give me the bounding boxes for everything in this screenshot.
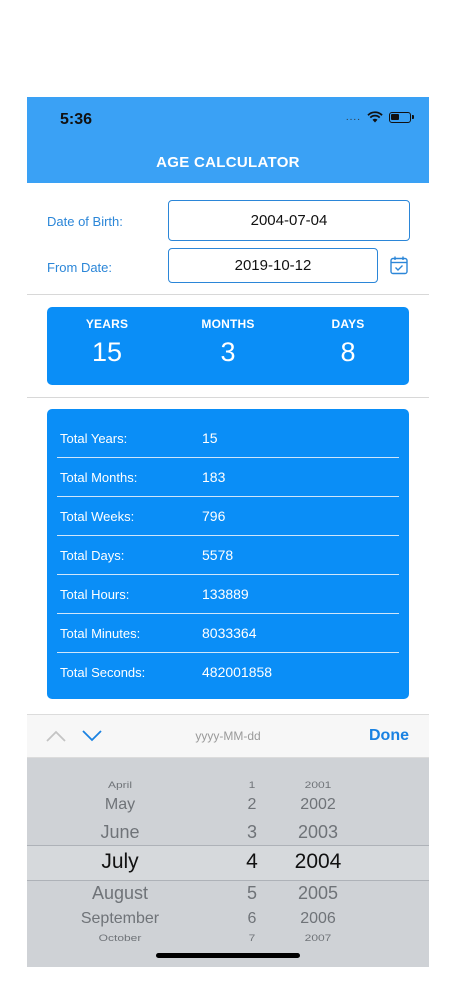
table-row: Total Days: 5578 — [57, 536, 399, 575]
table-row: Total Seconds: 482001858 — [57, 653, 399, 692]
total-value: 482001858 — [202, 664, 273, 680]
dob-field[interactable]: 2004-07-04 — [168, 200, 410, 241]
app-screen: 5:36 .... AGE CALCULATOR Date of Birth: … — [27, 97, 429, 967]
picker-year-item[interactable]: 2003 — [258, 822, 378, 843]
from-date-value: 2019-10-12 — [234, 257, 312, 274]
totals-card: Total Years: 15 Total Months: 183 Total … — [47, 409, 409, 699]
page-title: AGE CALCULATOR — [156, 153, 300, 171]
table-row: Total Hours: 133889 — [57, 575, 399, 614]
picker-month-item[interactable]: September — [60, 910, 180, 928]
total-value: 8033364 — [202, 625, 257, 641]
picker-month-item[interactable]: May — [60, 796, 180, 814]
total-label: Total Months: — [60, 470, 138, 485]
picker-month-item[interactable]: June — [60, 822, 180, 843]
status-icons: .... — [345, 111, 414, 123]
status-bar: 5:36 .... — [27, 97, 429, 141]
days-value: 8 — [340, 337, 356, 367]
picker-year-item[interactable]: 2005 — [258, 883, 378, 904]
dob-label: Date of Birth: — [47, 214, 123, 229]
total-label: Total Days: — [60, 548, 125, 563]
total-label: Total Minutes: — [60, 626, 141, 641]
nav-bar: AGE CALCULATOR — [27, 141, 429, 183]
done-button[interactable]: Done — [369, 727, 409, 745]
divider — [27, 397, 429, 398]
months-column: MONTHS 3 — [178, 317, 278, 368]
months-label: MONTHS — [201, 317, 255, 331]
table-row: Total Months: 183 — [57, 458, 399, 497]
from-date-field[interactable]: 2019-10-12 — [168, 248, 378, 283]
total-value: 133889 — [202, 586, 249, 602]
days-label: DAYS — [331, 317, 365, 331]
status-time: 5:36 — [60, 111, 93, 128]
picker-year-item[interactable]: 2001 — [258, 779, 378, 790]
years-value: 15 — [91, 337, 123, 367]
wifi-icon — [367, 111, 383, 123]
days-column: DAYS 8 — [298, 317, 398, 368]
total-value: 183 — [202, 469, 226, 485]
picker-toolbar: yyyy-MM-dd Done — [27, 714, 429, 758]
total-value: 5578 — [202, 547, 234, 563]
total-label: Total Weeks: — [60, 509, 135, 524]
picker-month-item[interactable]: April — [60, 779, 180, 790]
picker-year-item[interactable]: 2004 — [258, 850, 378, 874]
calendar-check-icon[interactable] — [389, 255, 409, 275]
table-row: Total Weeks: 796 — [57, 497, 399, 536]
home-indicator — [156, 953, 300, 958]
signal-icon: .... — [345, 111, 361, 123]
total-label: Total Seconds: — [60, 665, 146, 680]
from-date-label: From Date: — [47, 260, 113, 275]
picker-month-item[interactable]: August — [60, 883, 180, 904]
battery-icon — [389, 111, 414, 123]
years-column: YEARS 15 — [57, 317, 157, 368]
total-label: Total Hours: — [60, 587, 130, 602]
picker-month-item[interactable]: October — [60, 932, 180, 943]
total-value: 796 — [202, 508, 226, 524]
table-row: Total Years: 15 — [57, 419, 399, 458]
years-label: YEARS — [85, 317, 129, 331]
date-picker[interactable]: April May June July August September October 1 2… — [27, 758, 429, 967]
divider — [27, 294, 429, 295]
table-row: Total Minutes: 8033364 — [57, 614, 399, 653]
months-value: 3 — [220, 337, 236, 367]
total-value: 15 — [202, 430, 218, 446]
picker-year-item[interactable]: 2006 — [258, 910, 378, 928]
total-label: Total Years: — [60, 431, 128, 446]
picker-month-item[interactable]: July — [60, 850, 180, 874]
picker-year-item[interactable]: 2007 — [258, 932, 378, 943]
picker-year-item[interactable]: 2002 — [258, 796, 378, 814]
age-summary-card: YEARS 15 MONTHS 3 DAYS 8 — [47, 307, 409, 385]
dob-value: 2004-07-04 — [250, 212, 328, 229]
